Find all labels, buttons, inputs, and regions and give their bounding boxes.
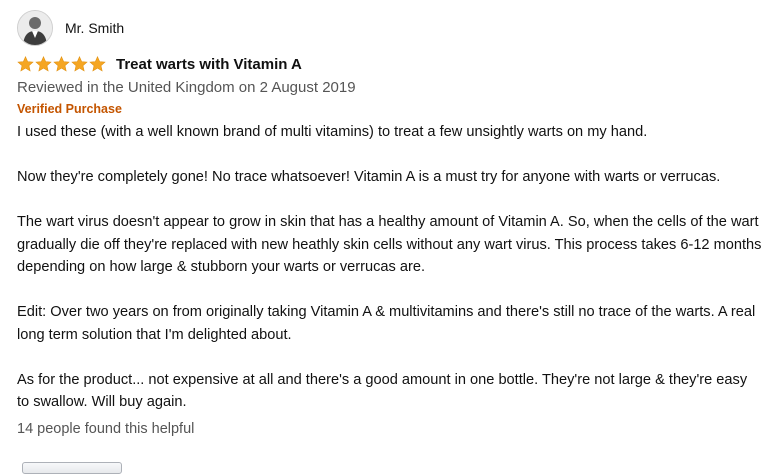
star-icon [17, 56, 34, 72]
review-body: I used these (with a well known brand of… [17, 121, 762, 414]
star-icon [89, 56, 106, 72]
review-paragraph: I used these (with a well known brand of… [17, 124, 648, 140]
review-card: Mr. Smith Treat warts with Vitamin A Rev… [17, 10, 762, 439]
review-title[interactable]: Treat warts with Vitamin A [116, 56, 302, 73]
star-icon [53, 56, 70, 72]
avatar[interactable] [17, 10, 53, 46]
verified-purchase-badge: Verified Purchase [17, 102, 122, 116]
review-date: Reviewed in the United Kingdom on 2 Augu… [17, 79, 356, 96]
helpful-button[interactable] [22, 462, 122, 474]
star-icon [71, 56, 88, 72]
helpful-count: 14 people found this helpful [17, 420, 195, 437]
review-paragraph: Edit: Over two years on from originally … [17, 304, 756, 343]
reviewer-profile[interactable]: Mr. Smith [17, 10, 762, 46]
review-paragraph: The wart virus doesn't appear to grow in… [17, 214, 762, 275]
review-paragraph: As for the product... not expensive at a… [17, 371, 748, 411]
reviewer-name[interactable]: Mr. Smith [65, 20, 124, 36]
review-title-row: Treat warts with Vitamin A [17, 53, 762, 75]
star-icon [35, 56, 52, 72]
review-paragraph: Now they're completely gone! No trace wh… [17, 169, 721, 185]
star-rating[interactable] [17, 56, 106, 72]
